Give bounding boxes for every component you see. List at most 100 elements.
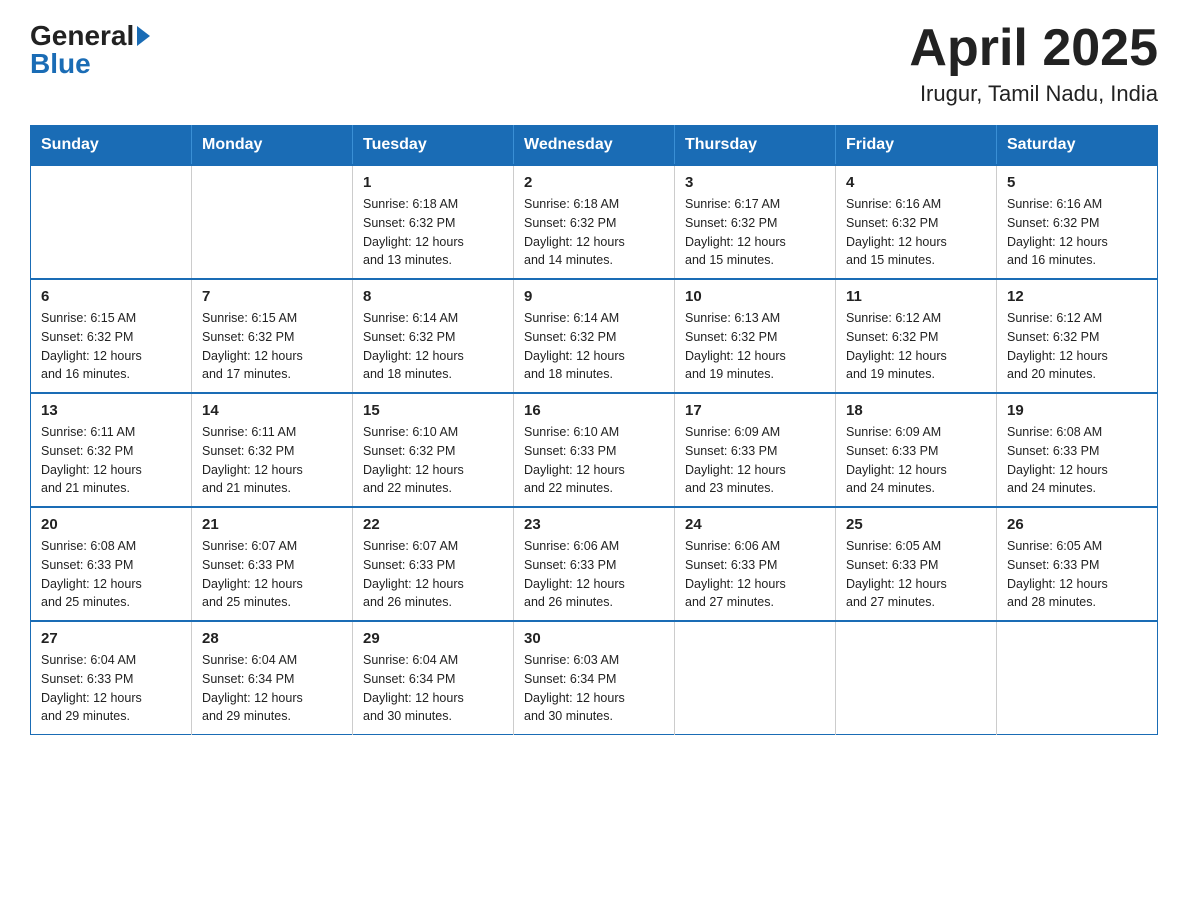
calendar-body: 1 Sunrise: 6:18 AM Sunset: 6:32 PM Daylig… — [31, 165, 1158, 735]
calendar-week-1: 1 Sunrise: 6:18 AM Sunset: 6:32 PM Daylig… — [31, 165, 1158, 279]
logo-blue: Blue — [30, 48, 211, 80]
calendar-cell: 9 Sunrise: 6:14 AM Sunset: 6:32 PM Daylig… — [514, 279, 675, 393]
day-info: Sunrise: 6:10 AM Sunset: 6:33 PM Dayligh… — [524, 423, 664, 498]
header-cell-wednesday: Wednesday — [514, 126, 675, 166]
calendar-cell: 8 Sunrise: 6:14 AM Sunset: 6:32 PM Daylig… — [353, 279, 514, 393]
calendar-cell: 15Sunrise: 6:10 AM Sunset: 6:32 PM Dayli… — [353, 393, 514, 507]
calendar-cell: 12Sunrise: 6:12 AM Sunset: 6:32 PM Dayli… — [997, 279, 1158, 393]
day-info: Sunrise: 6:07 AM Sunset: 6:33 PM Dayligh… — [202, 537, 342, 612]
page-header: General Blue April 2025 Irugur, Tamil Na… — [30, 20, 1158, 107]
day-info: Sunrise: 6:14 AM Sunset: 6:32 PM Dayligh… — [524, 309, 664, 384]
calendar-week-3: 13Sunrise: 6:11 AM Sunset: 6:32 PM Dayli… — [31, 393, 1158, 507]
day-number: 27 — [41, 630, 181, 647]
calendar-cell: 6Sunrise: 6:15 AM Sunset: 6:32 PM Daylig… — [31, 279, 192, 393]
day-info: Sunrise: 6:05 AM Sunset: 6:33 PM Dayligh… — [1007, 537, 1147, 612]
day-number: 29 — [363, 630, 503, 647]
header-cell-saturday: Saturday — [997, 126, 1158, 166]
calendar-cell: 21 Sunrise: 6:07 AM Sunset: 6:33 PM Dayli… — [192, 507, 353, 621]
calendar-cell: 7 Sunrise: 6:15 AM Sunset: 6:32 PM Daylig… — [192, 279, 353, 393]
day-number: 2 — [524, 174, 664, 191]
day-info: Sunrise: 6:08 AM Sunset: 6:33 PM Dayligh… — [1007, 423, 1147, 498]
header-row: SundayMondayTuesdayWednesdayThursdayFrid… — [31, 126, 1158, 166]
day-info: Sunrise: 6:14 AM Sunset: 6:32 PM Dayligh… — [363, 309, 503, 384]
calendar-cell: 2 Sunrise: 6:18 AM Sunset: 6:32 PM Daylig… — [514, 165, 675, 279]
day-number: 5 — [1007, 174, 1147, 191]
calendar-cell: 28 Sunrise: 6:04 AM Sunset: 6:34 PM Dayli… — [192, 621, 353, 735]
calendar-cell: 20Sunrise: 6:08 AM Sunset: 6:33 PM Dayli… — [31, 507, 192, 621]
calendar-cell: 18 Sunrise: 6:09 AM Sunset: 6:33 PM Dayli… — [836, 393, 997, 507]
calendar-cell — [997, 621, 1158, 735]
day-number: 24 — [685, 516, 825, 533]
calendar-week-5: 27 Sunrise: 6:04 AM Sunset: 6:33 PM Dayli… — [31, 621, 1158, 735]
day-number: 23 — [524, 516, 664, 533]
day-info: Sunrise: 6:12 AM Sunset: 6:32 PM Dayligh… — [1007, 309, 1147, 384]
day-info: Sunrise: 6:04 AM Sunset: 6:34 PM Dayligh… — [363, 651, 503, 726]
day-number: 11 — [846, 288, 986, 305]
day-info: Sunrise: 6:04 AM Sunset: 6:33 PM Dayligh… — [41, 651, 181, 726]
day-number: 16 — [524, 402, 664, 419]
calendar-cell: 23 Sunrise: 6:06 AM Sunset: 6:33 PM Dayli… — [514, 507, 675, 621]
day-info: Sunrise: 6:09 AM Sunset: 6:33 PM Dayligh… — [685, 423, 825, 498]
day-info: Sunrise: 6:16 AM Sunset: 6:32 PM Dayligh… — [846, 195, 986, 270]
day-info: Sunrise: 6:10 AM Sunset: 6:32 PM Dayligh… — [363, 423, 503, 498]
day-info: Sunrise: 6:06 AM Sunset: 6:33 PM Dayligh… — [524, 537, 664, 612]
calendar-week-2: 6Sunrise: 6:15 AM Sunset: 6:32 PM Daylig… — [31, 279, 1158, 393]
calendar-table: SundayMondayTuesdayWednesdayThursdayFrid… — [30, 125, 1158, 735]
day-number: 13 — [41, 402, 181, 419]
calendar-cell — [675, 621, 836, 735]
day-info: Sunrise: 6:09 AM Sunset: 6:33 PM Dayligh… — [846, 423, 986, 498]
day-number: 26 — [1007, 516, 1147, 533]
header-cell-sunday: Sunday — [31, 126, 192, 166]
day-info: Sunrise: 6:04 AM Sunset: 6:34 PM Dayligh… — [202, 651, 342, 726]
calendar-cell: 3Sunrise: 6:17 AM Sunset: 6:32 PM Daylig… — [675, 165, 836, 279]
calendar-cell: 22 Sunrise: 6:07 AM Sunset: 6:33 PM Dayli… — [353, 507, 514, 621]
day-number: 9 — [524, 288, 664, 305]
day-info: Sunrise: 6:06 AM Sunset: 6:33 PM Dayligh… — [685, 537, 825, 612]
calendar-cell: 13Sunrise: 6:11 AM Sunset: 6:32 PM Dayli… — [31, 393, 192, 507]
day-number: 19 — [1007, 402, 1147, 419]
calendar-cell: 4 Sunrise: 6:16 AM Sunset: 6:32 PM Daylig… — [836, 165, 997, 279]
day-number: 4 — [846, 174, 986, 191]
calendar-cell: 29 Sunrise: 6:04 AM Sunset: 6:34 PM Dayli… — [353, 621, 514, 735]
day-info: Sunrise: 6:15 AM Sunset: 6:32 PM Dayligh… — [202, 309, 342, 384]
calendar-cell: 19 Sunrise: 6:08 AM Sunset: 6:33 PM Dayli… — [997, 393, 1158, 507]
day-number: 18 — [846, 402, 986, 419]
day-info: Sunrise: 6:12 AM Sunset: 6:32 PM Dayligh… — [846, 309, 986, 384]
day-info: Sunrise: 6:18 AM Sunset: 6:32 PM Dayligh… — [363, 195, 503, 270]
day-number: 7 — [202, 288, 342, 305]
day-info: Sunrise: 6:17 AM Sunset: 6:32 PM Dayligh… — [685, 195, 825, 270]
page-subtitle: Irugur, Tamil Nadu, India — [909, 81, 1158, 107]
day-number: 22 — [363, 516, 503, 533]
calendar-cell: 16 Sunrise: 6:10 AM Sunset: 6:33 PM Dayli… — [514, 393, 675, 507]
calendar-cell: 25Sunrise: 6:05 AM Sunset: 6:33 PM Dayli… — [836, 507, 997, 621]
calendar-cell: 14Sunrise: 6:11 AM Sunset: 6:32 PM Dayli… — [192, 393, 353, 507]
calendar-cell: 10 Sunrise: 6:13 AM Sunset: 6:32 PM Dayli… — [675, 279, 836, 393]
day-info: Sunrise: 6:07 AM Sunset: 6:33 PM Dayligh… — [363, 537, 503, 612]
calendar-week-4: 20Sunrise: 6:08 AM Sunset: 6:33 PM Dayli… — [31, 507, 1158, 621]
day-number: 1 — [363, 174, 503, 191]
calendar-cell: 11 Sunrise: 6:12 AM Sunset: 6:32 PM Dayli… — [836, 279, 997, 393]
day-number: 30 — [524, 630, 664, 647]
day-info: Sunrise: 6:13 AM Sunset: 6:32 PM Dayligh… — [685, 309, 825, 384]
calendar-cell — [31, 165, 192, 279]
day-info: Sunrise: 6:05 AM Sunset: 6:33 PM Dayligh… — [846, 537, 986, 612]
day-info: Sunrise: 6:15 AM Sunset: 6:32 PM Dayligh… — [41, 309, 181, 384]
header-cell-thursday: Thursday — [675, 126, 836, 166]
calendar-cell — [192, 165, 353, 279]
header-cell-tuesday: Tuesday — [353, 126, 514, 166]
calendar-header: SundayMondayTuesdayWednesdayThursdayFrid… — [31, 126, 1158, 166]
day-number: 17 — [685, 402, 825, 419]
logo: General Blue — [30, 20, 211, 80]
day-number: 8 — [363, 288, 503, 305]
day-number: 20 — [41, 516, 181, 533]
header-cell-friday: Friday — [836, 126, 997, 166]
day-number: 10 — [685, 288, 825, 305]
calendar-cell: 26 Sunrise: 6:05 AM Sunset: 6:33 PM Dayli… — [997, 507, 1158, 621]
calendar-cell: 24 Sunrise: 6:06 AM Sunset: 6:33 PM Dayli… — [675, 507, 836, 621]
day-number: 28 — [202, 630, 342, 647]
day-number: 21 — [202, 516, 342, 533]
day-info: Sunrise: 6:18 AM Sunset: 6:32 PM Dayligh… — [524, 195, 664, 270]
logo-icon — [137, 26, 150, 46]
calendar-cell: 30Sunrise: 6:03 AM Sunset: 6:34 PM Dayli… — [514, 621, 675, 735]
day-info: Sunrise: 6:16 AM Sunset: 6:32 PM Dayligh… — [1007, 195, 1147, 270]
